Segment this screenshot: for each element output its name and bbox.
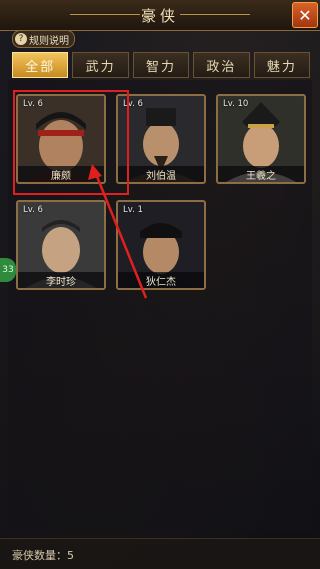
side-badge[interactable]: 33 <box>0 258 16 282</box>
hero-count: 豪侠数量：5 <box>12 547 74 563</box>
hero-count-value: 5 <box>67 549 74 562</box>
footer-bar: 豪侠数量：5 <box>0 538 320 569</box>
hero-count-label: 豪侠数量： <box>12 549 67 562</box>
annotation-arrow <box>88 164 148 299</box>
